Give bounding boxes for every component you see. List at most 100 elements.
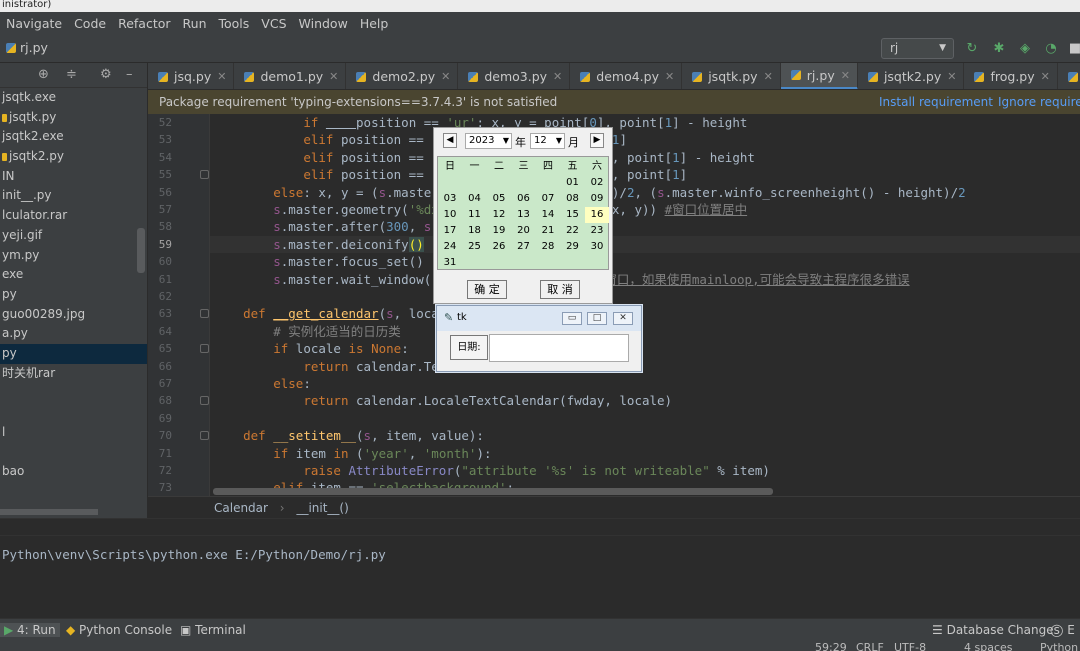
fold-icon[interactable] [200, 309, 209, 318]
project-file-item[interactable]: lculator.rar [0, 206, 147, 226]
close-tab-icon[interactable]: ✕ [1041, 70, 1050, 83]
project-file-item[interactable] [0, 442, 147, 462]
calendar-day[interactable]: 20 [512, 223, 536, 239]
project-file-item[interactable] [0, 383, 147, 403]
next-month-button[interactable]: ▶ [590, 133, 604, 148]
project-file-item[interactable]: init__.py [0, 186, 147, 206]
calendar-day[interactable]: 01 [561, 175, 585, 191]
project-file-item[interactable]: jsqtk.py [0, 108, 147, 128]
editor-tab[interactable]: jsqtk2.py ✕ [858, 63, 965, 89]
editor-tab[interactable]: jsq.py ✕ [148, 63, 235, 89]
calendar-day[interactable]: 19 [487, 223, 511, 239]
gear-icon[interactable]: ⚙ [100, 67, 112, 82]
calendar-day[interactable]: 30 [585, 239, 609, 255]
calendar-day[interactable]: 09 [585, 191, 609, 207]
calendar-day[interactable]: 24 [438, 239, 462, 255]
calendar-day[interactable]: 06 [512, 191, 536, 207]
editor-tab[interactable]: frog.py ✕ [964, 63, 1058, 89]
editor-tab[interactable]: rj.py ✕ [780, 63, 858, 89]
calendar-day[interactable]: 31 [438, 255, 462, 271]
project-file-item[interactable] [0, 403, 147, 423]
project-file-item[interactable]: ym.py [0, 246, 147, 266]
project-scrollbar[interactable] [137, 228, 145, 273]
calendar-day[interactable]: 25 [463, 239, 487, 255]
indent-setting[interactable]: 4 spaces [964, 641, 1013, 651]
close-tab-icon[interactable]: ✕ [553, 70, 562, 83]
calendar-day[interactable]: 26 [487, 239, 511, 255]
project-hscrollbar[interactable] [0, 509, 98, 515]
menu-run[interactable]: Run [177, 16, 213, 31]
project-file-item[interactable]: yeji.gif [0, 226, 147, 246]
close-tab-icon[interactable]: ✕ [665, 70, 674, 83]
calendar-day[interactable]: 13 [512, 207, 536, 223]
cancel-button[interactable]: 取 消 [540, 280, 580, 299]
project-file-item[interactable]: guo00289.jpg [0, 305, 147, 325]
coverage-icon[interactable]: ◈ [1016, 40, 1034, 58]
menu-help[interactable]: Help [354, 16, 395, 31]
maximize-button[interactable]: □ [587, 312, 607, 325]
menu-tools[interactable]: Tools [213, 16, 256, 31]
calendar-day[interactable]: 10 [438, 207, 462, 223]
tk-titlebar[interactable]: ✎ tk ▭ □ ✕ [437, 306, 641, 331]
python-console-button[interactable]: ◆ Python Console [66, 623, 172, 637]
calendar-day[interactable]: 12 [487, 207, 511, 223]
menu-vcs[interactable]: VCS [255, 16, 292, 31]
caret-position[interactable]: 59:29 [815, 641, 847, 651]
editor-tab[interactable]: demo2.py ✕ [346, 63, 459, 89]
project-file-item[interactable]: jsqtk2.exe [0, 127, 147, 147]
hide-icon[interactable]: – [126, 67, 133, 82]
menu-code[interactable]: Code [68, 16, 112, 31]
calendar-day[interactable]: 07 [536, 191, 560, 207]
database-changes-button[interactable]: ☰ Database Changes [932, 623, 1060, 637]
month-select[interactable]: 12 ▼ [530, 133, 565, 149]
project-file-item[interactable]: a.py [0, 324, 147, 344]
file-encoding[interactable]: UTF-8 [894, 641, 926, 651]
calendar-day[interactable]: 11 [463, 207, 487, 223]
project-file-item[interactable]: IN [0, 167, 147, 187]
close-tab-icon[interactable]: ✕ [441, 70, 450, 83]
calendar-day[interactable]: 21 [536, 223, 560, 239]
install-requirement-link[interactable]: Install requirement [879, 90, 993, 114]
project-file-item[interactable]: exe [0, 265, 147, 285]
ignore-requirement-link[interactable]: Ignore requiremen [998, 90, 1080, 114]
editor-hscrollbar[interactable] [213, 488, 773, 495]
prev-month-button[interactable]: ◀ [443, 133, 457, 148]
calendar-day[interactable]: 27 [512, 239, 536, 255]
menu-window[interactable]: Window [293, 16, 354, 31]
close-tab-icon[interactable]: ✕ [947, 70, 956, 83]
event-log-button[interactable]: ◯ E [1050, 623, 1075, 637]
fold-icon[interactable] [200, 344, 209, 353]
calendar-day[interactable]: 23 [585, 223, 609, 239]
interpreter[interactable]: Python [1040, 641, 1078, 651]
calendar-day[interactable]: 28 [536, 239, 560, 255]
confirm-button[interactable]: 确 定 [467, 280, 507, 299]
run-config-select[interactable]: rj ▼ [881, 38, 954, 59]
editor-tab[interactable]: huabanexe.py✕ [1058, 63, 1080, 89]
profile-icon[interactable]: ◔ [1042, 40, 1060, 58]
terminal-button[interactable]: ▣ Terminal [180, 623, 246, 637]
collapse-icon[interactable]: ≑ [66, 67, 77, 82]
rerun-icon[interactable]: ↻ [963, 40, 981, 58]
menu-refactor[interactable]: Refactor [112, 16, 176, 31]
project-file-item[interactable]: py [0, 285, 147, 305]
calendar-day[interactable]: 29 [561, 239, 585, 255]
year-select[interactable]: 2023 ▼ [465, 133, 512, 149]
calendar-day[interactable]: 14 [536, 207, 560, 223]
close-button[interactable]: ✕ [613, 312, 633, 325]
debug-icon[interactable]: ✱ [990, 40, 1008, 58]
minimize-button[interactable]: ▭ [562, 312, 582, 325]
fold-icon[interactable] [200, 396, 209, 405]
breadcrumb-method[interactable]: __init__() [296, 501, 348, 515]
close-tab-icon[interactable]: ✕ [841, 69, 850, 82]
editor-tab[interactable]: demo3.py ✕ [458, 63, 571, 89]
calendar-day[interactable]: 15 [561, 207, 585, 223]
project-file-item[interactable]: py [0, 343, 147, 364]
project-file-item[interactable]: jsqtk.exe [0, 88, 147, 108]
line-separator[interactable]: CRLF [856, 641, 884, 651]
menu-navigate[interactable]: Navigate [0, 16, 68, 31]
close-tab-icon[interactable]: ✕ [217, 70, 226, 83]
calendar-day[interactable]: 04 [463, 191, 487, 207]
stop-icon[interactable]: ■ [1066, 40, 1080, 58]
calendar-day[interactable]: 16 [585, 207, 609, 223]
fold-icon[interactable] [200, 170, 209, 179]
